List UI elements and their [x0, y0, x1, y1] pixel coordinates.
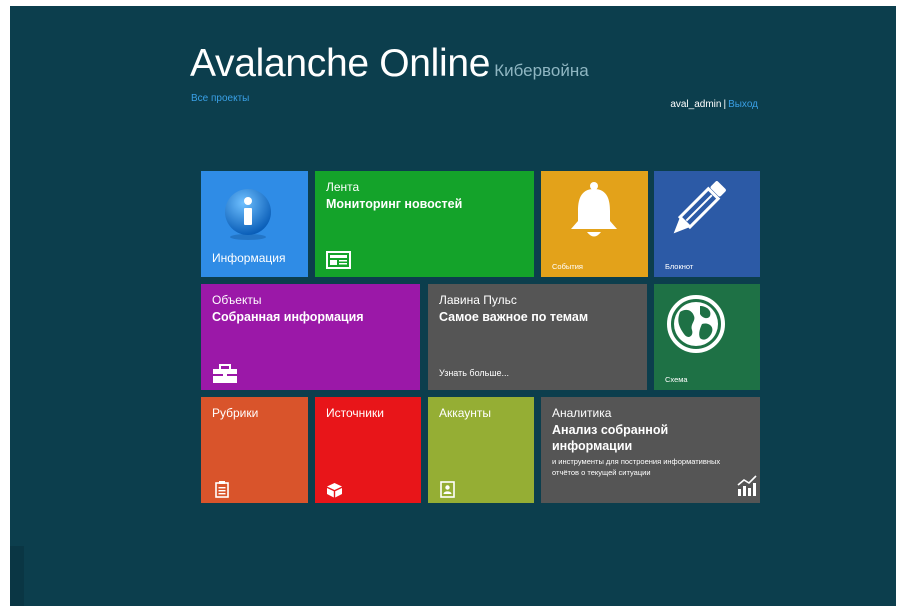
tile-info[interactable]: Информация [201, 171, 308, 277]
tile-feed-title: Лента [326, 180, 360, 194]
tile-info-label: Информация [212, 251, 286, 265]
tile-notepad-label: Блокнот [665, 262, 694, 271]
tile-accounts-title: Аккаунты [439, 406, 492, 420]
tile-analytics[interactable]: Аналитика Анализ собранной информации и … [541, 397, 760, 503]
tile-feed-subtitle: Мониторинг новостей [326, 197, 463, 211]
tile-analytics-subtitle-1: Анализ собранной [552, 423, 669, 437]
briefcase-icon [213, 364, 237, 383]
tile-scheme-label: Схема [665, 375, 688, 384]
tile-analytics-title: Аналитика [552, 406, 612, 420]
tile-analytics-desc-1: и инструменты для построения информативн… [552, 457, 721, 466]
bell-icon [571, 182, 617, 237]
contact-book-icon [440, 481, 455, 498]
logout-link[interactable]: Выход [728, 99, 758, 110]
tile-notepad[interactable]: Блокнот [654, 171, 760, 277]
tile-sources-title: Источники [326, 406, 384, 420]
tile-pulse-title: Лавина Пульс [439, 293, 517, 307]
tile-events[interactable]: События [541, 171, 648, 277]
app-subtitle: Кибервойна [494, 61, 589, 80]
tile-scheme[interactable]: Схема [654, 284, 760, 390]
tile-accounts[interactable]: Аккаунты [428, 397, 534, 503]
tile-objects-subtitle: Собранная информация [212, 310, 364, 324]
tile-objects[interactable]: Объекты Собранная информация [201, 284, 420, 390]
clipboard-icon [215, 481, 229, 498]
bar-chart-icon [737, 475, 757, 496]
tile-analytics-desc-2: отчётов о текущей ситуации [552, 468, 651, 477]
screen-corner-shade [10, 546, 24, 606]
tile-rubrics[interactable]: Рубрики [201, 397, 308, 503]
tile-pulse-more: Узнать больше... [439, 368, 510, 378]
info-icon [225, 189, 271, 240]
username: aval_admin [670, 99, 722, 110]
header: Avalanche Online Кибервойна [190, 42, 589, 86]
tile-analytics-subtitle-2: информации [552, 439, 633, 453]
tile-sources[interactable]: Источники [315, 397, 421, 503]
newspaper-icon [326, 251, 351, 269]
all-projects-link[interactable]: Все проекты [191, 93, 249, 104]
tile-pulse[interactable]: Лавина Пульс Самое важное по темам Узнат… [428, 284, 647, 390]
box-icon [327, 483, 342, 498]
tile-rubrics-title: Рубрики [212, 406, 259, 420]
app-title: Avalanche Online [190, 42, 491, 85]
user-bar: aval_admin | Выход [670, 99, 758, 110]
pencil-icon [673, 181, 726, 234]
tile-pulse-subtitle: Самое важное по темам [439, 310, 589, 324]
tile-objects-title: Объекты [212, 293, 262, 307]
user-separator: | [723, 99, 727, 110]
globe-icon [667, 295, 725, 353]
tile-events-label: События [552, 262, 583, 271]
tile-feed[interactable]: Лента Мониторинг новостей [315, 171, 534, 277]
